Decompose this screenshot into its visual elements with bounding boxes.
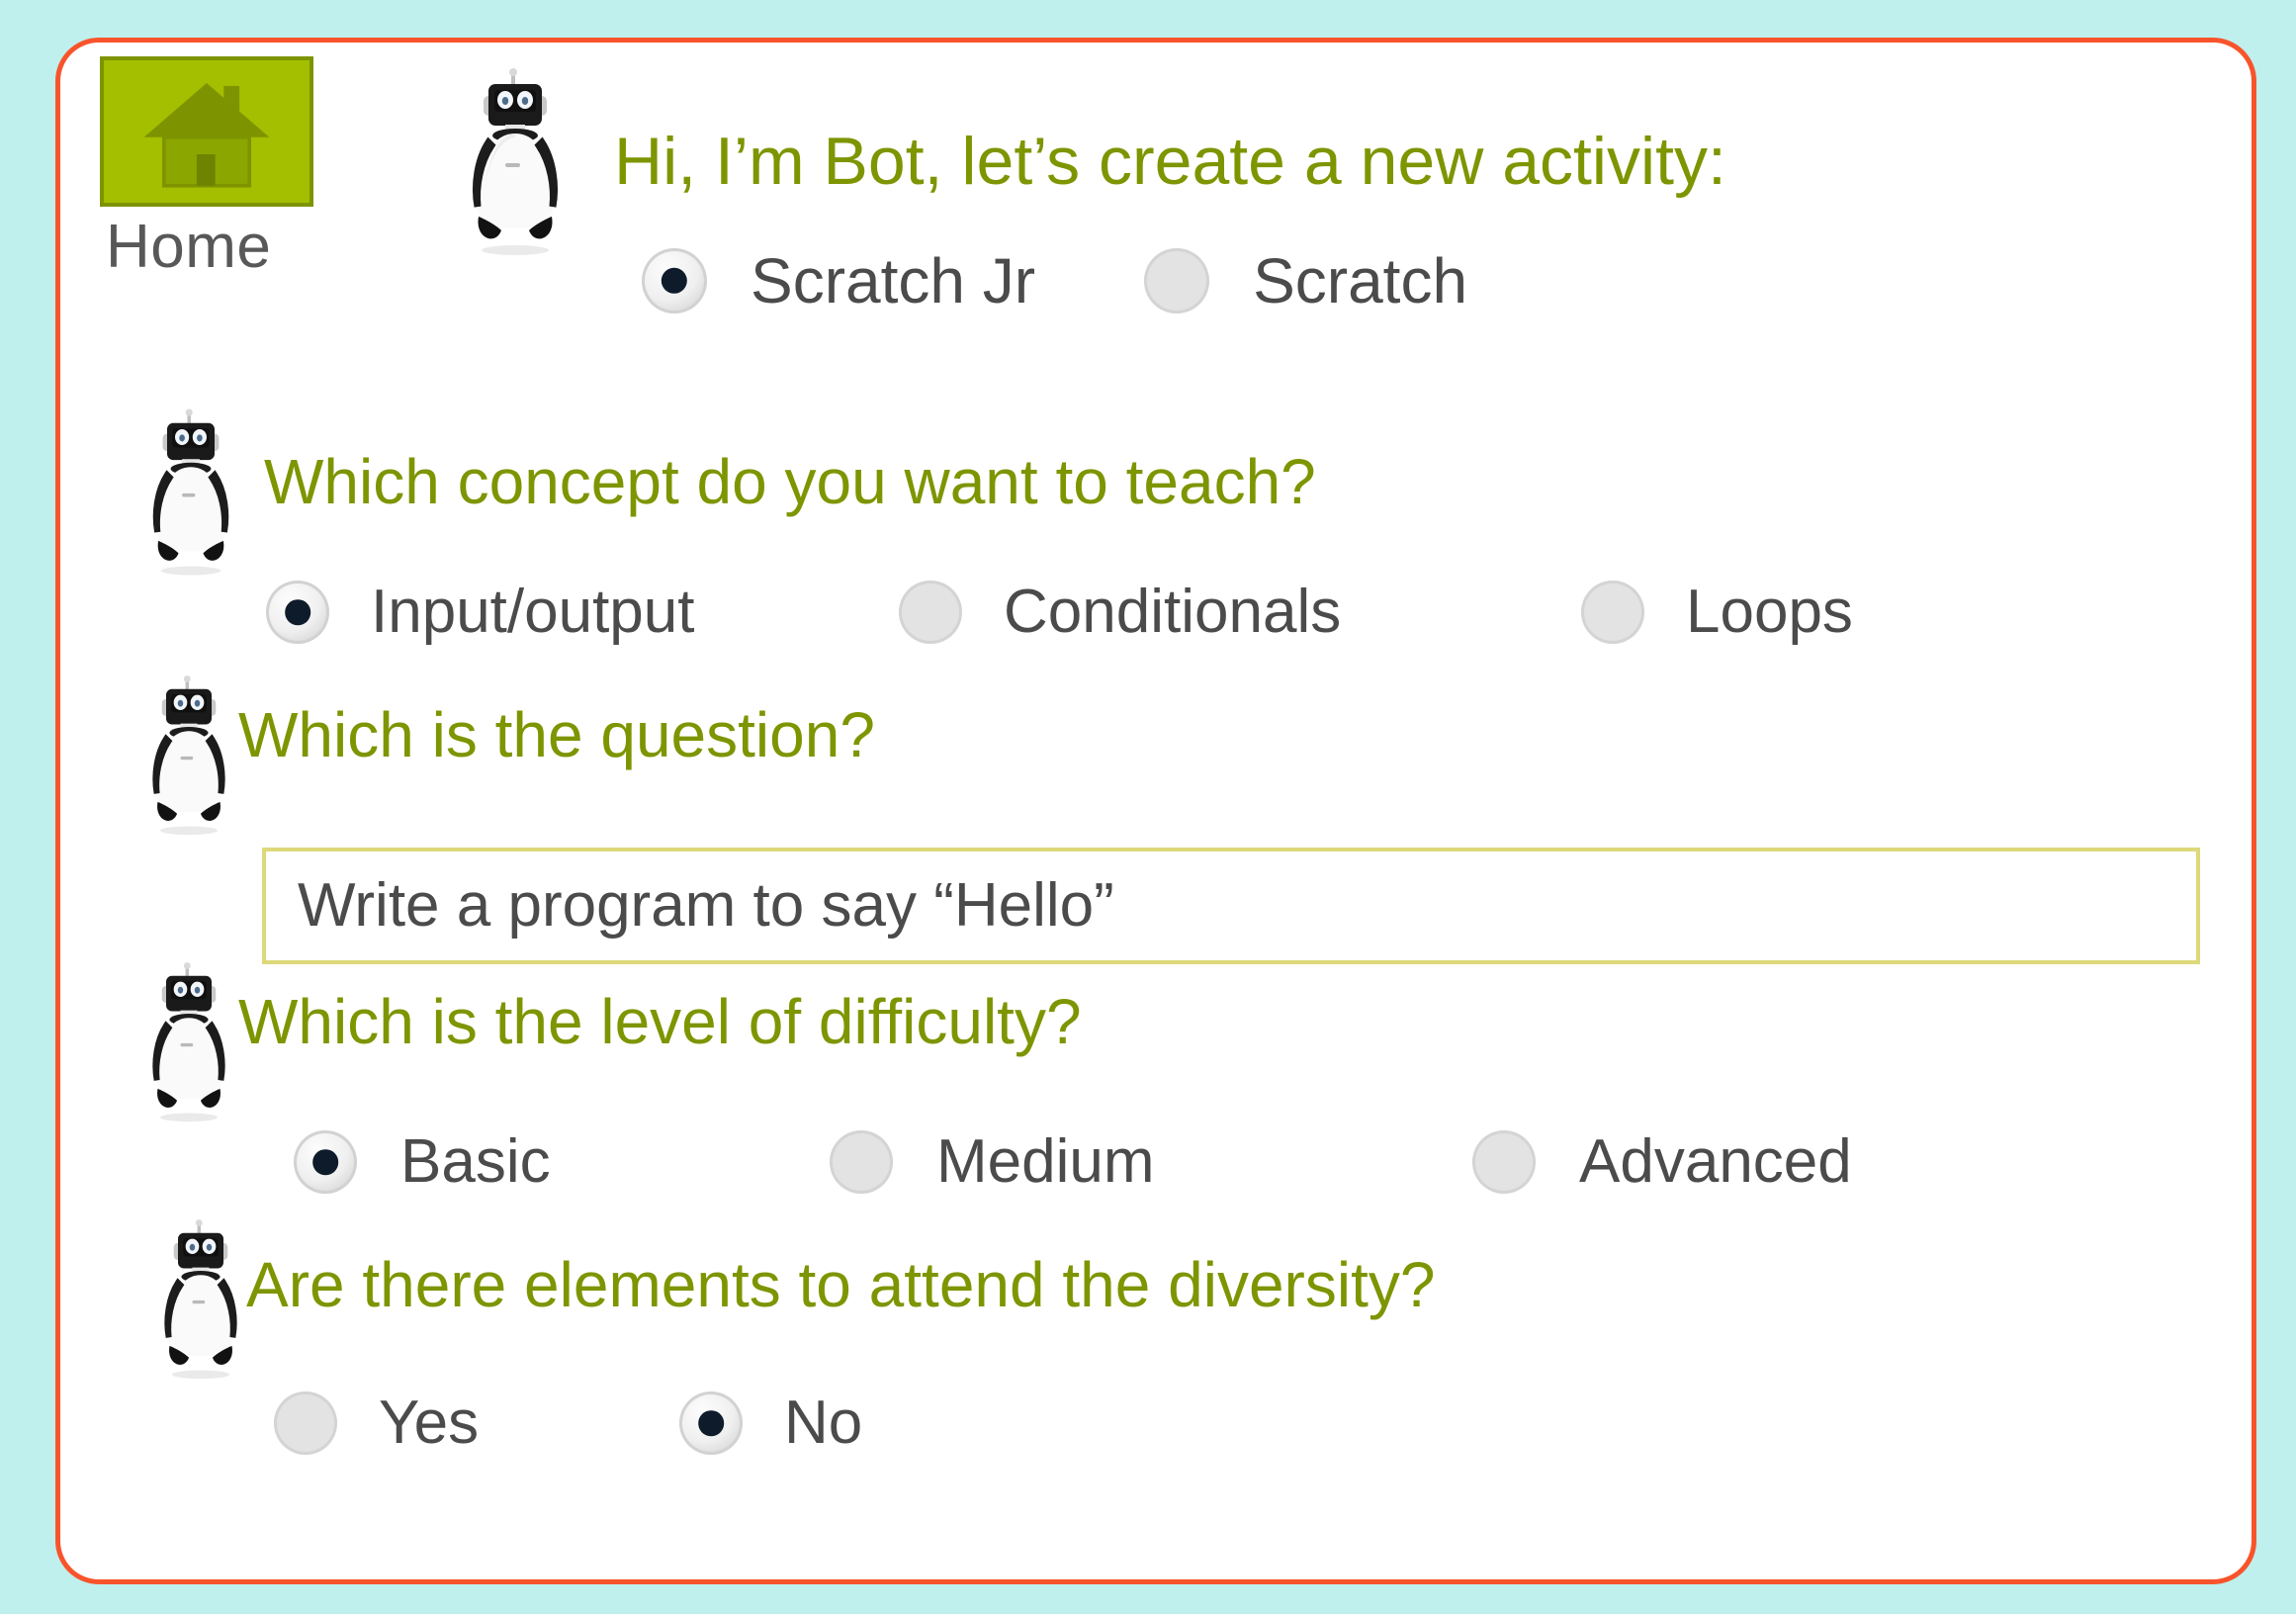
radio-indicator-basic[interactable] <box>294 1130 357 1194</box>
robot-icon <box>143 962 234 1122</box>
radio-option-scratch[interactable]: Scratch <box>1144 248 1467 314</box>
difficulty-radio-group: Basic Medium Advanced <box>60 1130 2252 1194</box>
question-input[interactable]: Write a program to say “Hello” <box>262 848 2200 964</box>
radio-label-yes: Yes <box>379 1392 479 1454</box>
radio-indicator-scratch-jr[interactable] <box>642 248 707 314</box>
section-question: Which is the question? Write a program t… <box>60 675 2252 964</box>
radio-option-loops[interactable]: Loops <box>1581 581 1853 644</box>
radio-label-medium: Medium <box>936 1131 1155 1193</box>
home-icon-tile <box>100 56 313 207</box>
radio-indicator-medium[interactable] <box>830 1130 893 1194</box>
activity-creation-card: Home <box>55 38 2256 1584</box>
difficulty-question-text: Which is the level of difficulty? <box>238 990 1082 1053</box>
greeting-text: Hi, I’m Bot, let’s create a new activity… <box>614 128 1726 195</box>
radio-option-basic[interactable]: Basic <box>294 1130 830 1194</box>
radio-option-medium[interactable]: Medium <box>830 1130 1472 1194</box>
radio-option-no[interactable]: No <box>679 1391 862 1455</box>
radio-label-basic: Basic <box>400 1131 551 1193</box>
concept-question-header: Which concept do you want to teach? <box>60 408 2252 577</box>
difficulty-question-header: Which is the level of difficulty? <box>60 962 2252 1122</box>
radio-label-input-output: Input/output <box>371 582 695 643</box>
section-difficulty: Which is the level of difficulty? Basic … <box>60 962 2252 1194</box>
radio-indicator-input-output[interactable] <box>266 581 329 644</box>
home-label: Home <box>106 215 321 279</box>
concept-question-text: Which concept do you want to teach? <box>264 450 1316 513</box>
radio-option-conditionals[interactable]: Conditionals <box>899 581 1581 644</box>
radio-indicator-no[interactable] <box>679 1391 743 1455</box>
radio-option-input-output[interactable]: Input/output <box>266 581 899 644</box>
question-question-text: Which is the question? <box>238 703 875 766</box>
section-concept: Which concept do you want to teach? Inpu… <box>60 408 2252 644</box>
robot-icon <box>143 408 238 577</box>
concept-radio-group: Input/output Conditionals Loops <box>60 581 2252 644</box>
radio-indicator-scratch[interactable] <box>1144 248 1209 314</box>
radio-indicator-conditionals[interactable] <box>899 581 962 644</box>
diversity-question-text: Are there elements to attend the diversi… <box>246 1253 1435 1316</box>
radio-label-advanced: Advanced <box>1579 1131 1852 1193</box>
diversity-question-header: Are there elements to attend the diversi… <box>60 1219 2252 1380</box>
radio-label-no: No <box>784 1392 862 1454</box>
radio-option-scratch-jr[interactable]: Scratch Jr <box>642 248 1035 314</box>
radio-label-loops: Loops <box>1686 582 1853 643</box>
radio-option-yes[interactable]: Yes <box>274 1391 679 1455</box>
greeting-block: Hi, I’m Bot, let’s create a new activity… <box>462 68 1726 256</box>
question-question-header: Which is the question? <box>60 675 2252 836</box>
radio-label-conditionals: Conditionals <box>1004 582 1341 643</box>
section-diversity: Are there elements to attend the diversi… <box>60 1219 2252 1455</box>
robot-icon <box>155 1219 246 1380</box>
radio-option-advanced[interactable]: Advanced <box>1472 1130 1852 1194</box>
house-icon <box>104 60 309 203</box>
radio-label-scratch: Scratch <box>1253 249 1467 313</box>
platform-radio-group: Scratch Jr Scratch <box>642 248 1467 314</box>
radio-indicator-advanced[interactable] <box>1472 1130 1536 1194</box>
radio-label-scratch-jr: Scratch Jr <box>751 249 1035 313</box>
card-header: Home <box>60 43 2252 339</box>
robot-icon <box>462 68 569 256</box>
radio-indicator-loops[interactable] <box>1581 581 1644 644</box>
robot-icon <box>143 675 234 836</box>
question-input-value: Write a program to say “Hello” <box>298 875 1114 937</box>
radio-indicator-yes[interactable] <box>274 1391 337 1455</box>
home-button[interactable]: Home <box>100 56 321 279</box>
diversity-radio-group: Yes No <box>60 1391 2252 1455</box>
